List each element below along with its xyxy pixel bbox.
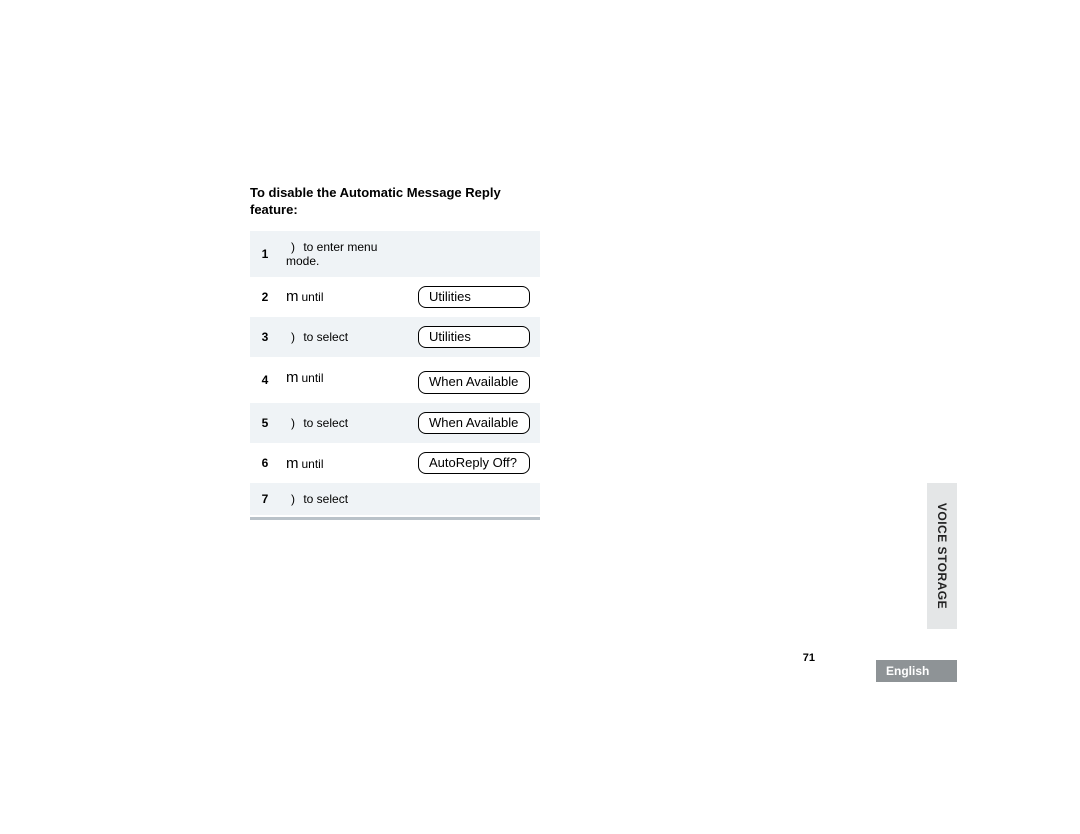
step-instruction: ) to select (280, 317, 412, 357)
step-text: to select (303, 492, 348, 506)
step-number: 4 (250, 357, 280, 402)
scroll-icon: m (286, 288, 299, 305)
until-text: until (302, 457, 324, 471)
display-utilities: Utilities (418, 326, 530, 348)
step-row-5: 5 ) to select When Available (250, 403, 540, 443)
step-number: 1 (250, 231, 280, 277)
step-instruction: muntil (280, 443, 412, 483)
step-instruction: ) to select (280, 403, 412, 443)
step-row-3: 3 ) to select Utilities (250, 317, 540, 357)
step-row-2: 2 muntil Utilities (250, 277, 540, 317)
paren-icon: ) (286, 416, 300, 430)
language-label: English (886, 664, 929, 678)
display-when-available: When Available (418, 412, 530, 434)
step-instruction: ) to select (280, 483, 412, 515)
step-number: 6 (250, 443, 280, 483)
page-number: 71 (803, 652, 815, 664)
steps-table: 1 ) to enter menu mode. 2 muntil Utiliti… (250, 231, 540, 515)
step-number: 5 (250, 403, 280, 443)
step-instruction: muntil (280, 357, 412, 402)
until-text: until (302, 290, 324, 304)
scroll-icon: m (286, 455, 299, 472)
heading-line-1: To disable the Automatic Message Reply (250, 185, 501, 200)
page: To disable the Automatic Message Reply f… (0, 0, 1080, 834)
content-column: To disable the Automatic Message Reply f… (250, 185, 540, 520)
step-row-6: 6 muntil AutoReply Off? (250, 443, 540, 483)
step-text: to enter menu mode. (286, 240, 377, 268)
display-autoreply-off: AutoReply Off? (418, 452, 530, 474)
section-tab-label: VOICE STORAGE (935, 503, 949, 609)
step-text: to select (303, 330, 348, 344)
paren-icon: ) (286, 492, 300, 506)
step-number: 2 (250, 277, 280, 317)
step-row-4: 4 muntil When Available (250, 357, 540, 402)
language-tab: English (876, 660, 957, 682)
step-text: to select (303, 416, 348, 430)
step-number: 7 (250, 483, 280, 515)
step-instruction: muntil (280, 277, 412, 317)
step-instruction: ) to enter menu mode. (280, 231, 412, 277)
table-bottom-rule (250, 517, 540, 520)
step-row-1: 1 ) to enter menu mode. (250, 231, 540, 277)
display-utilities: Utilities (418, 286, 530, 308)
section-tab-voice-storage: VOICE STORAGE (927, 483, 957, 629)
paren-icon: ) (286, 240, 300, 254)
heading-line-2: feature: (250, 202, 298, 217)
step-row-7: 7 ) to select (250, 483, 540, 515)
paren-icon: ) (286, 330, 300, 344)
step-number: 3 (250, 317, 280, 357)
display-when-available: When Available (418, 371, 530, 393)
section-heading: To disable the Automatic Message Reply f… (250, 185, 540, 219)
scroll-icon: m (286, 369, 299, 386)
until-text: until (302, 371, 324, 385)
